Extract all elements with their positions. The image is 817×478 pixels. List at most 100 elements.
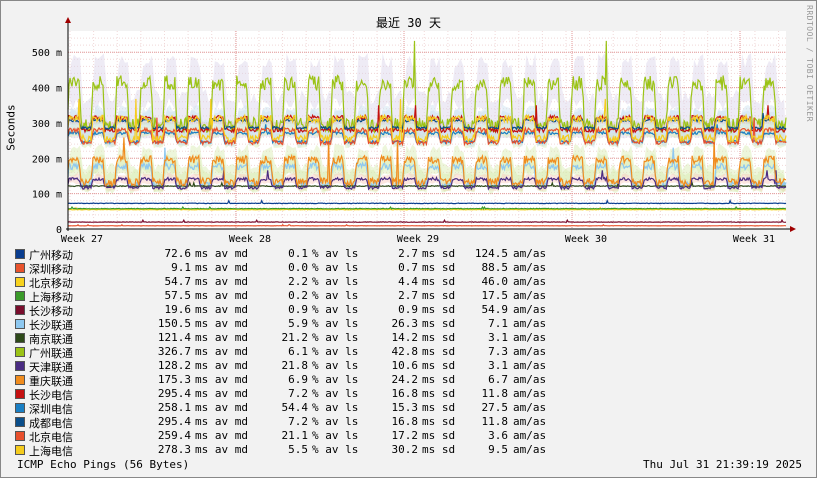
legend-amas-value: 9.5 [488, 443, 508, 456]
footer-probe-description: ICMP Echo Pings (56 Bytes) [17, 458, 190, 471]
legend-amas-value: 46.0 [481, 275, 509, 288]
legend-avg-unit: ms av md [195, 317, 248, 330]
legend-sd-value: 2.7 [398, 289, 418, 302]
legend-amas-unit: am/as [513, 331, 547, 344]
legend-loss-unit: % av ls [312, 359, 359, 372]
legend-swatch [15, 431, 25, 441]
legend-loss-unit: % av ls [312, 373, 359, 386]
legend-loss-unit: % av ls [312, 289, 359, 302]
legend-avg-unit: ms av md [195, 331, 248, 344]
legend-sd-unit: ms sd [422, 359, 456, 372]
x-tick-label: Week 30 [565, 234, 607, 245]
legend-loss-value: 54.4 [281, 401, 309, 414]
legend-sd-value: 24.2 [391, 373, 419, 386]
legend-avg-unit: ms av md [195, 401, 248, 414]
legend-amas-value: 7.3 [488, 345, 508, 358]
legend-avg-unit: ms av md [195, 387, 248, 400]
legend-swatch [15, 403, 25, 413]
legend-swatch [15, 445, 25, 455]
legend-avg-value: 326.7 [157, 345, 191, 358]
legend-loss-value: 21.2 [281, 331, 309, 344]
legend-loss-unit: % av ls [312, 443, 359, 456]
legend-amas-unit: am/as [513, 359, 547, 372]
legend-avg-value: 175.3 [157, 373, 191, 386]
y-tick-label: 400 m [32, 84, 62, 95]
legend-swatch [15, 389, 25, 399]
legend-avg-value: 295.4 [157, 387, 191, 400]
legend-loss-unit: % av ls [312, 247, 359, 260]
legend-sd-unit: ms sd [422, 387, 456, 400]
chart-canvas: 最近 30 天 Seconds RRDTOOL / TOBI OETIKER 0… [0, 0, 817, 478]
legend-swatch [15, 263, 25, 273]
y-tick-label: 300 m [32, 119, 62, 130]
legend-avg-unit: ms av md [195, 275, 248, 288]
legend-sd-unit: ms sd [422, 345, 456, 358]
x-tick-label: Week 28 [229, 234, 271, 245]
legend-sd-value: 16.8 [391, 387, 419, 400]
legend-avg-value: 295.4 [157, 415, 191, 428]
y-tick-label: 100 m [32, 190, 62, 201]
legend-sd-unit: ms sd [422, 429, 456, 442]
legend-swatch [15, 417, 25, 427]
legend-sd-unit: ms sd [422, 331, 456, 344]
legend-sd-value: 15.3 [391, 401, 419, 414]
legend-amas-unit: am/as [513, 443, 547, 456]
y-tick-label: 200 m [32, 154, 62, 165]
legend-loss-unit: % av ls [312, 261, 359, 274]
plot-area: 0100 m200 m300 m400 m500 mWeek 27 Week 28… [32, 17, 796, 245]
legend-avg-unit: ms av md [195, 373, 248, 386]
legend-amas-unit: am/as [513, 247, 547, 260]
legend-amas-unit: am/as [513, 415, 547, 428]
legend-loss-value: 0.2 [288, 289, 308, 302]
legend-loss-value: 21.1 [281, 429, 309, 442]
legend-avg-unit: ms av md [195, 345, 248, 358]
legend-avg-unit: ms av md [195, 247, 248, 260]
legend-loss-value: 0.1 [288, 247, 308, 260]
legend-avg-value: 121.4 [157, 331, 191, 344]
legend-amas-unit: am/as [513, 303, 547, 316]
legend-sd-value: 30.2 [391, 443, 419, 456]
legend-avg-unit: ms av md [195, 359, 248, 372]
legend-loss-unit: % av ls [312, 303, 359, 316]
legend-loss-unit: % av ls [312, 429, 359, 442]
legend-amas-unit: am/as [513, 275, 547, 288]
legend-amas-unit: am/as [513, 317, 547, 330]
legend-amas-unit: am/as [513, 261, 547, 274]
legend-avg-value: 258.1 [157, 401, 191, 414]
legend-sd-unit: ms sd [422, 415, 456, 428]
legend-loss-unit: % av ls [312, 317, 359, 330]
legend-loss-unit: % av ls [312, 331, 359, 344]
x-tick-label: Week 31 [733, 234, 775, 245]
legend-sd-value: 17.2 [391, 429, 419, 442]
legend-sd-value: 0.9 [398, 303, 418, 316]
legend-loss-unit: % av ls [312, 345, 359, 358]
legend-swatch [15, 361, 25, 371]
legend-amas-unit: am/as [513, 373, 547, 386]
legend-sd-unit: ms sd [422, 401, 456, 414]
x-tick-label: Week 27 [61, 234, 103, 245]
x-axis-arrow-icon [790, 226, 796, 232]
legend-amas-value: 54.9 [481, 303, 509, 316]
legend-swatch [15, 347, 25, 357]
legend-sd-unit: ms sd [422, 261, 456, 274]
legend-amas-unit: am/as [513, 387, 547, 400]
legend-loss-value: 7.2 [288, 415, 308, 428]
legend-amas-value: 3.1 [488, 359, 508, 372]
y-tick-label: 500 m [32, 48, 62, 59]
legend-amas-value: 27.5 [481, 401, 509, 414]
legend-amas-value: 11.8 [481, 415, 509, 428]
legend-avg-value: 54.7 [164, 275, 192, 288]
legend-swatch [15, 319, 25, 329]
legend-amas-value: 6.7 [488, 373, 508, 386]
legend-amas-value: 3.6 [488, 429, 508, 442]
legend-loss-value: 0.0 [288, 261, 308, 274]
legend-avg-unit: ms av md [195, 443, 248, 456]
legend-swatch [15, 305, 25, 315]
legend-sd-value: 26.3 [391, 317, 419, 330]
legend-amas-value: 3.1 [488, 331, 508, 344]
legend-avg-unit: ms av md [195, 289, 248, 302]
legend-amas-value: 17.5 [481, 289, 509, 302]
legend-loss-unit: % av ls [312, 401, 359, 414]
legend-loss-value: 5.5 [288, 443, 308, 456]
legend-avg-unit: ms av md [195, 261, 248, 274]
